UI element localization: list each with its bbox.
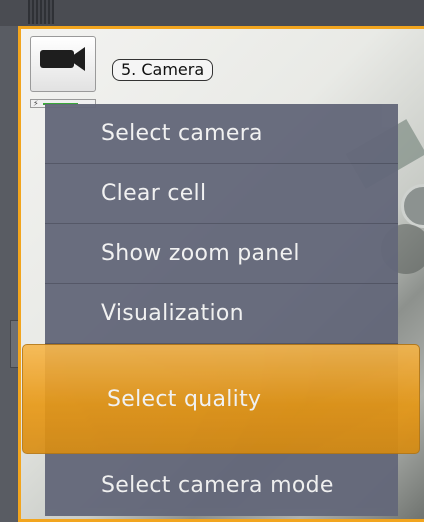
context-menu: Select camera Clear cell Show zoom panel… xyxy=(22,104,420,516)
toolbar-grip[interactable] xyxy=(28,0,54,24)
top-toolbar xyxy=(0,0,424,26)
video-feed-object xyxy=(401,184,424,228)
signal-icon: ⚡ xyxy=(33,99,39,108)
menu-item-select-camera[interactable]: Select camera xyxy=(45,104,398,164)
left-rail xyxy=(0,26,18,522)
menu-item-clear-cell[interactable]: Clear cell xyxy=(45,164,398,224)
menu-item-select-quality[interactable]: Select quality xyxy=(22,344,420,454)
camera-name-label: 5. Camera xyxy=(112,59,214,81)
menu-item-show-zoom-panel[interactable]: Show zoom panel xyxy=(45,224,398,284)
camera-lens-icon xyxy=(73,47,85,71)
camera-icon xyxy=(40,50,74,68)
menu-item-visualization[interactable]: Visualization xyxy=(45,284,398,344)
menu-item-select-camera-mode[interactable]: Select camera mode xyxy=(45,456,398,516)
camera-menu-button[interactable] xyxy=(30,36,96,92)
